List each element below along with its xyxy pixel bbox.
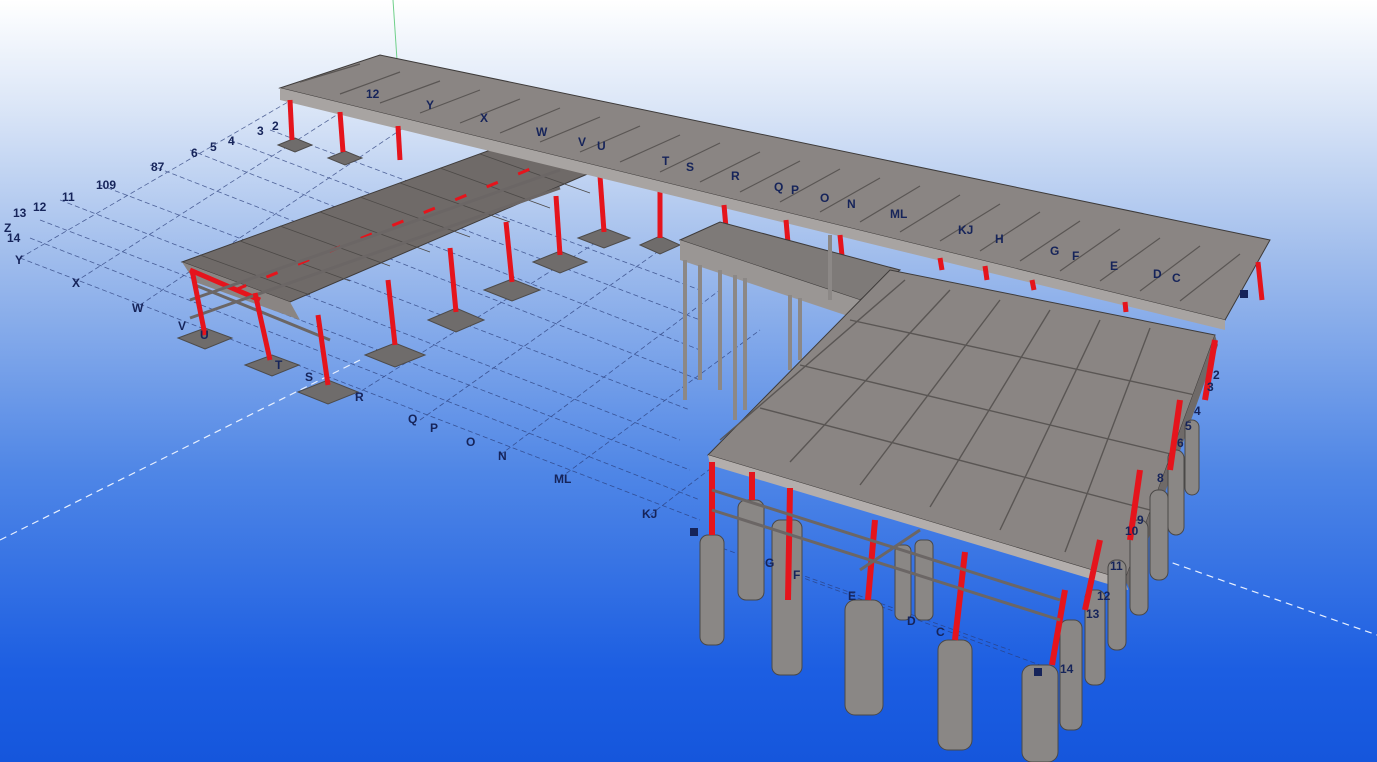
grid-label-lower-c: C	[936, 625, 945, 639]
grid-label-right-6: 6	[1177, 436, 1184, 450]
grid-label-back-w: W	[536, 125, 548, 139]
grid-label-left-3: 3	[257, 124, 264, 138]
grid-label-back-f: F	[1072, 249, 1079, 263]
grid-label-right-4: 4	[1194, 404, 1201, 418]
grid-label-right-8: 8	[1157, 471, 1164, 485]
grid-label-left-4: 4	[228, 134, 235, 148]
grid-label-back-n: N	[847, 197, 856, 211]
grid-label-left-109: 109	[96, 178, 116, 192]
grid-label-front-o: O	[466, 435, 475, 449]
grid-label-back-ml: ML	[890, 207, 907, 221]
grid-label-front-q: Q	[408, 412, 417, 426]
grid-label-left-z: Z	[4, 221, 11, 235]
grid-label-back-h: H	[995, 232, 1004, 246]
axis-lines	[0, 0, 1377, 636]
grid-label-back-d: D	[1153, 267, 1162, 281]
grid-label-right-14: 14	[1060, 662, 1074, 676]
grid-label-back-q: Q	[774, 180, 783, 194]
model-viewport[interactable]: Y X W V U T S R Q P O N ML KJ Y X W V U …	[0, 0, 1377, 762]
grid-label-front-w: W	[132, 301, 144, 315]
grid-label-back-c: C	[1172, 271, 1181, 285]
grid-label-left-12: 12	[33, 200, 47, 214]
grid-label-back-e: E	[1110, 259, 1118, 273]
grid-label-right-5: 5	[1185, 419, 1192, 433]
grid-label-front-p: P	[430, 421, 438, 435]
grid-label-front-r: R	[355, 390, 364, 404]
structure-3d-scene[interactable]: Y X W V U T S R Q P O N ML KJ Y X W V U …	[0, 0, 1377, 762]
grid-label-left-13: 13	[13, 206, 27, 220]
grid-label-back-x: X	[480, 111, 488, 125]
grid-label-front-u: U	[200, 328, 209, 342]
grid-label-back-r: R	[731, 169, 740, 183]
grid-label-lower-f: F	[793, 568, 800, 582]
grid-label-back-v: V	[578, 135, 586, 149]
grid-label-left-6: 6	[191, 146, 198, 160]
grid-label-back-y: Y	[426, 98, 434, 112]
grid-label-right-10: 10	[1125, 524, 1139, 538]
grid-label-right-12: 12	[1097, 589, 1111, 603]
grid-label-front-x: X	[72, 276, 80, 290]
grid-label-front-kj: KJ	[642, 507, 657, 521]
grid-label-left-11: 11	[62, 190, 75, 204]
grid-label-right-2: 2	[1213, 368, 1220, 382]
grid-label-front-y: Y	[15, 253, 23, 267]
grid-label-left-5: 5	[210, 140, 217, 154]
grid-label-back-p: P	[791, 183, 799, 197]
grid-label-back-s: S	[686, 160, 694, 174]
grid-label-front-ml: ML	[554, 472, 571, 486]
grid-label-left-2: 2	[272, 119, 279, 133]
grid-label-front-v: V	[178, 319, 186, 333]
grid-label-back-u: U	[597, 139, 606, 153]
grid-label-left-87: 87	[151, 160, 165, 174]
grid-label-front-s: S	[305, 370, 313, 384]
grid-label-front-t: T	[275, 358, 283, 372]
grid-label-lower-g: G	[765, 556, 774, 570]
grid-label-lower-d: D	[907, 614, 916, 628]
grid-label-back-kj: KJ	[958, 223, 973, 237]
grid-label-back-g: G	[1050, 244, 1059, 258]
grid-label-back-t: T	[662, 154, 670, 168]
grid-label-front-n: N	[498, 449, 507, 463]
grid-label-back-o: O	[820, 191, 829, 205]
grid-label-right-11: 11	[1110, 559, 1123, 573]
grid-label-lower-e: E	[848, 589, 856, 603]
grid-label-right-13: 13	[1086, 607, 1100, 621]
grid-label-top-12: 12	[366, 87, 380, 101]
grid-label-right-3: 3	[1207, 380, 1214, 394]
